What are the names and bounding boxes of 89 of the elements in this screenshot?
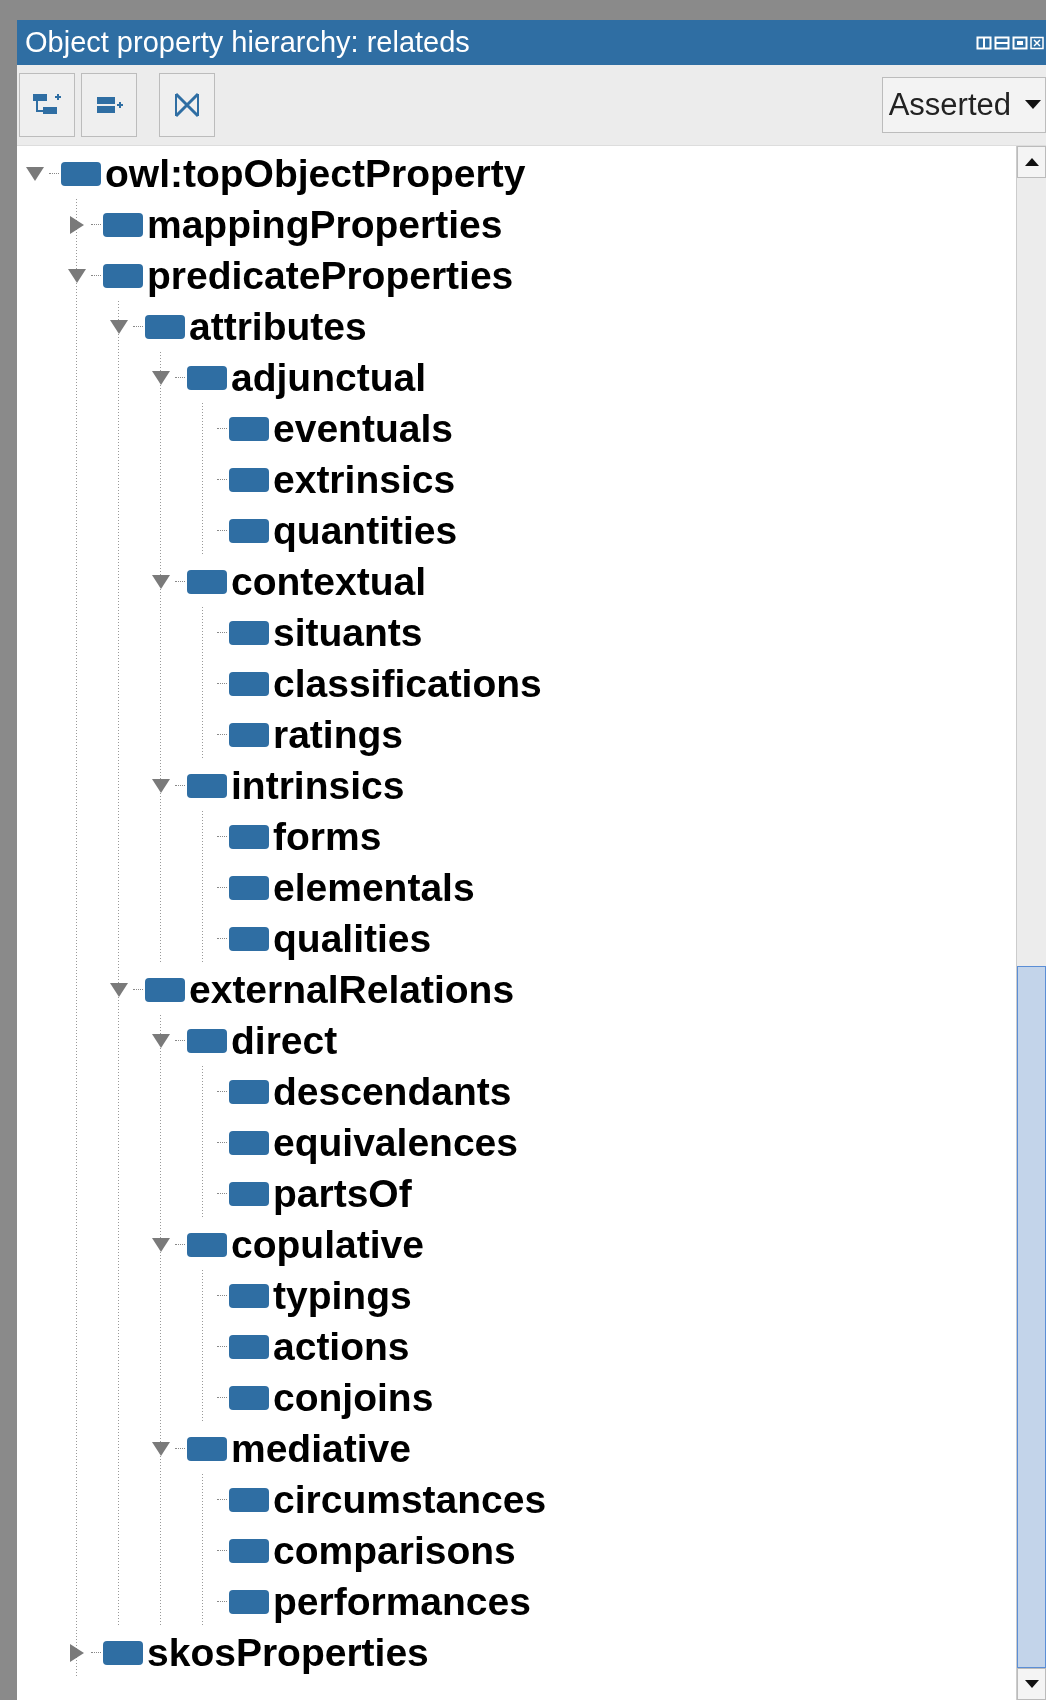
collapse-arrow-icon[interactable] — [151, 1440, 171, 1457]
property-icon — [229, 1538, 269, 1563]
tree-item[interactable]: skosProperties — [147, 1629, 429, 1676]
expand-arrow-icon[interactable] — [69, 214, 85, 235]
collapse-arrow-icon[interactable] — [109, 981, 129, 998]
tree-item[interactable]: copulative — [231, 1221, 424, 1268]
property-icon — [229, 1589, 269, 1614]
property-icon — [229, 1181, 269, 1206]
up-arrow-icon — [1024, 158, 1039, 166]
collapse-arrow-icon[interactable] — [151, 369, 171, 386]
dropdown-caret-icon — [1025, 100, 1041, 110]
property-icon — [103, 263, 143, 288]
property-icon — [229, 722, 269, 747]
property-icon — [187, 1232, 227, 1257]
tree-item[interactable]: conjoins — [273, 1374, 434, 1421]
property-icon — [187, 1028, 227, 1053]
down-arrow-icon — [1024, 1680, 1039, 1688]
collapse-arrow-icon[interactable] — [109, 318, 129, 335]
tree-item[interactable]: extrinsics — [273, 456, 456, 503]
property-icon — [229, 1283, 269, 1308]
collapse-arrow-icon[interactable] — [151, 1032, 171, 1049]
tree-item[interactable]: classifications — [273, 660, 542, 707]
property-icon — [229, 1334, 269, 1359]
property-icon — [187, 773, 227, 798]
scrollbar[interactable] — [1016, 146, 1046, 1700]
tree-item[interactable]: quantities — [273, 507, 458, 554]
tree-item[interactable]: predicateProperties — [147, 252, 514, 299]
add-subproperty-button[interactable] — [19, 73, 75, 137]
property-icon — [229, 1079, 269, 1104]
tree-item[interactable]: mediative — [231, 1425, 411, 1472]
tree-item[interactable]: attributes — [189, 303, 367, 350]
property-icon — [229, 467, 269, 492]
tree-item[interactable]: ratings — [273, 711, 404, 758]
property-icon — [187, 1436, 227, 1461]
property-icon — [145, 977, 185, 1002]
tree-item[interactable]: direct — [231, 1017, 338, 1064]
property-icon — [229, 926, 269, 951]
split-horizontal-icon[interactable] — [994, 34, 1010, 51]
window-title: Object property hierarchy: relateds — [25, 26, 470, 59]
tree-item[interactable]: qualities — [273, 915, 432, 962]
cross-icon — [172, 90, 202, 120]
tree-item[interactable]: eventuals — [273, 405, 453, 452]
tree-item[interactable]: typings — [273, 1272, 412, 1319]
tree-item[interactable]: comparisons — [273, 1527, 516, 1574]
property-icon — [229, 620, 269, 645]
tree-item[interactable]: elementals — [273, 864, 475, 911]
property-icon — [229, 518, 269, 543]
scroll-up-button[interactable] — [1017, 146, 1046, 178]
add-sibling-button[interactable] — [81, 73, 137, 137]
tree-item[interactable]: forms — [273, 813, 382, 860]
tree-item[interactable]: intrinsics — [231, 762, 405, 809]
property-icon — [229, 875, 269, 900]
property-icon — [229, 671, 269, 696]
view-dropdown[interactable]: Asserted — [881, 77, 1046, 133]
scroll-down-button[interactable] — [1017, 1668, 1046, 1700]
tree-item[interactable]: actions — [273, 1323, 410, 1370]
collapse-arrow-icon[interactable] — [67, 267, 87, 284]
maximize-icon[interactable] — [1012, 34, 1028, 51]
property-icon — [229, 416, 269, 441]
property-icon — [103, 212, 143, 237]
collapse-arrow-icon[interactable] — [151, 573, 171, 590]
split-vertical-icon[interactable] — [976, 34, 992, 51]
scroll-thumb[interactable] — [1017, 966, 1046, 1668]
delete-button[interactable] — [159, 73, 215, 137]
tree-item[interactable]: externalRelations — [189, 966, 515, 1013]
tree-item[interactable]: owl:topObjectProperty — [105, 150, 526, 197]
collapse-arrow-icon[interactable] — [151, 1236, 171, 1253]
tree-item[interactable]: performances — [273, 1578, 531, 1625]
collapse-arrow-icon[interactable] — [25, 165, 45, 182]
property-icon — [229, 1487, 269, 1512]
tree-item[interactable]: descendants — [273, 1068, 512, 1115]
property-icon — [187, 569, 227, 594]
property-icon — [229, 1130, 269, 1155]
tree-item[interactable]: partsOf — [273, 1170, 412, 1217]
property-icon — [61, 161, 101, 186]
tree-item[interactable]: equivalences — [273, 1119, 518, 1166]
tree-item[interactable]: situants — [273, 609, 423, 656]
property-icon — [103, 1640, 143, 1665]
collapse-arrow-icon[interactable] — [151, 777, 171, 794]
close-icon[interactable] — [1030, 34, 1044, 51]
tree-item[interactable]: mappingProperties — [147, 201, 503, 248]
property-icon — [187, 365, 227, 390]
property-icon — [229, 1385, 269, 1410]
property-icon — [145, 314, 185, 339]
tree-item[interactable]: adjunctual — [231, 354, 427, 401]
expand-arrow-icon[interactable] — [69, 1642, 85, 1663]
property-icon — [229, 824, 269, 849]
tree-item[interactable]: circumstances — [273, 1476, 547, 1523]
tree-item[interactable]: contextual — [231, 558, 427, 605]
